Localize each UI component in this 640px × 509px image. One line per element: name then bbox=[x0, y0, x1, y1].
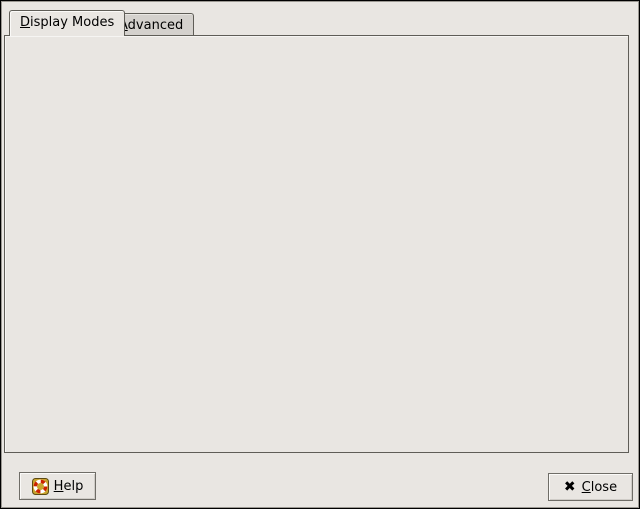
close-button[interactable]: ✖ Close bbox=[548, 473, 633, 501]
tab-display-modes-label: D bbox=[20, 15, 30, 30]
tab-display-modes[interactable]: Display Modes bbox=[9, 10, 125, 36]
notebook-page bbox=[4, 35, 629, 453]
xscreensaver-preferences-dialog: Display Modes Advanced Mode: Only One Sc… bbox=[0, 0, 640, 509]
help-button[interactable]: Help bbox=[19, 472, 96, 500]
help-lifebuoy-icon bbox=[32, 478, 49, 495]
close-x-icon: ✖ bbox=[564, 479, 576, 495]
